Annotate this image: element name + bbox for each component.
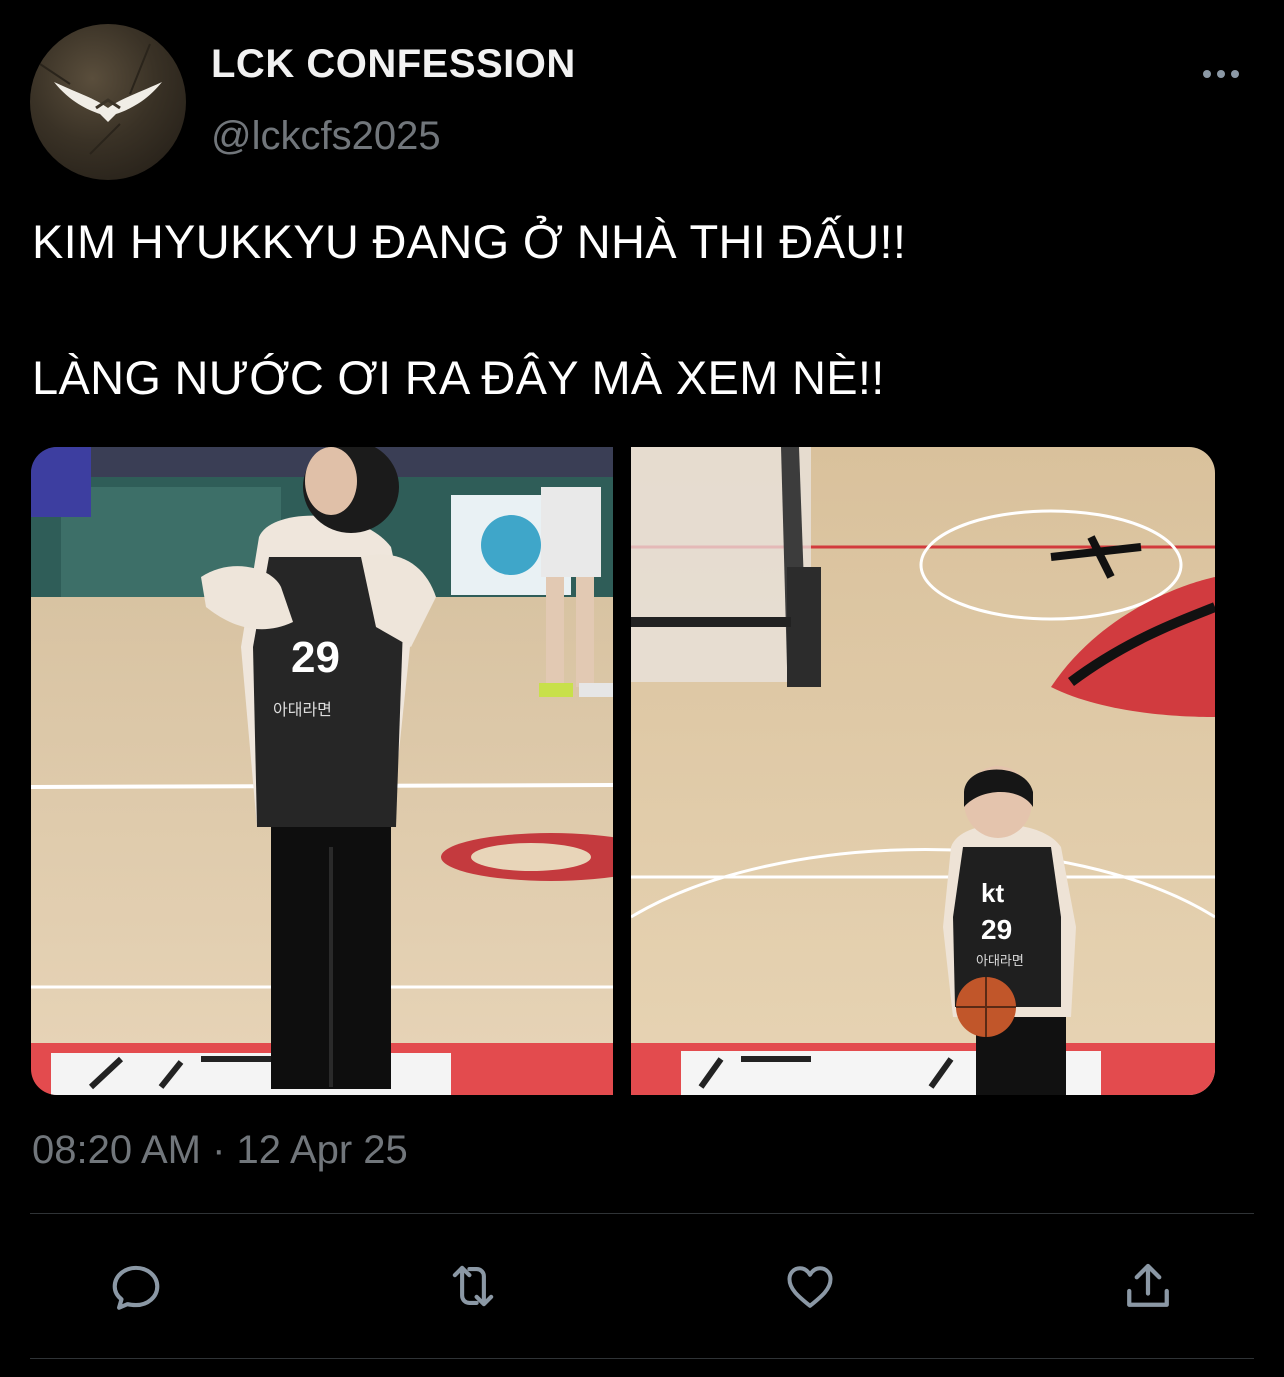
tweet-text-line: KIM HYUKKYU ĐANG Ở NHÀ THI ĐẤU!! [32, 215, 907, 268]
jersey-sponsor: 아대라면 [273, 700, 332, 719]
winged-logo-icon [39, 43, 162, 155]
jersey-brand: kt [981, 878, 1004, 908]
reply-icon [112, 1265, 160, 1310]
more-horizontal-icon [1203, 70, 1211, 78]
tweet-timestamp[interactable]: 08:20 AM · 12 Apr 25 [32, 1128, 408, 1173]
jersey-sponsor: 아대라면 [976, 954, 1024, 969]
retweet-icon [452, 1265, 494, 1307]
more-horizontal-icon [1217, 70, 1225, 78]
like-button[interactable] [780, 1256, 840, 1316]
share-button[interactable] [1118, 1256, 1178, 1316]
tweet-text-line: LÀNG NƯỚC ƠI RA ĐÂY MÀ XEM NÈ!! [32, 351, 885, 404]
photo-holding-basketball[interactable]: kt 29 아대라면 [631, 447, 1215, 1095]
divider [30, 1358, 1254, 1359]
display-name[interactable]: LCK CONFESSION [211, 42, 576, 87]
more-horizontal-icon [1231, 70, 1239, 78]
media-grid: 29 아대라면 kt 29 아대라면 [31, 447, 1215, 1095]
user-handle[interactable]: @lckcfs2025 [211, 114, 441, 159]
tweet: LCK CONFESSION @lckcfs2025 KIM HYUKKYU Đ… [0, 0, 1284, 1377]
more-options-button[interactable] [1196, 56, 1246, 92]
photo-covering-face[interactable]: 29 아대라면 [31, 447, 613, 1095]
jersey-number: 29 [981, 914, 1012, 945]
heart-icon [787, 1266, 833, 1308]
avatar[interactable] [30, 24, 186, 180]
jersey-number: 29 [291, 633, 340, 682]
reply-button[interactable] [106, 1256, 166, 1316]
divider [30, 1213, 1254, 1214]
share-icon [1127, 1263, 1169, 1307]
retweet-button[interactable] [443, 1256, 503, 1316]
